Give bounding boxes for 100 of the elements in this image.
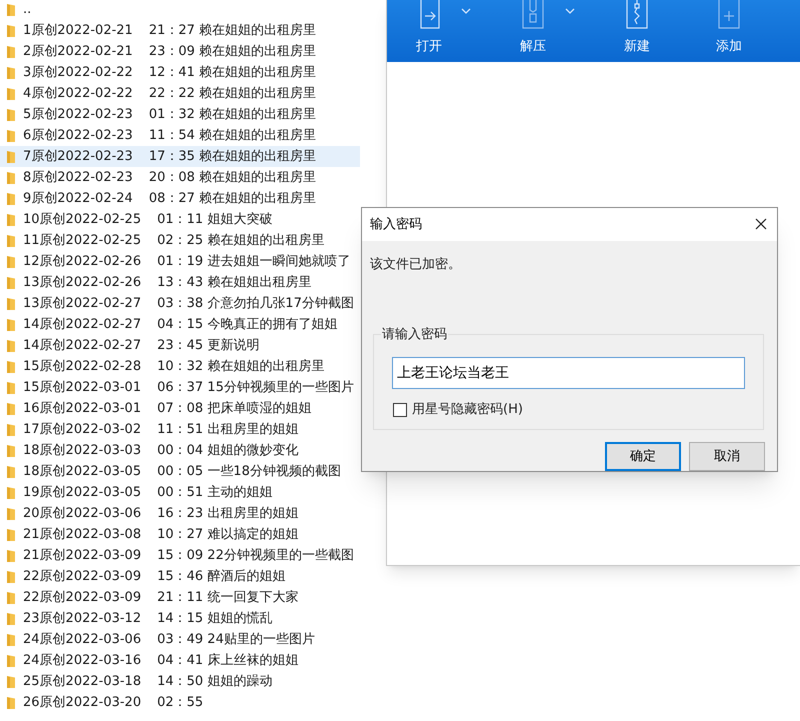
file-title: 01：32 赖在姐姐的出租房里 xyxy=(148,106,316,124)
file-name: 25原创2022-03-18 xyxy=(23,672,142,691)
file-name: 13原创2022-02-26 xyxy=(23,274,142,292)
folder-icon xyxy=(6,528,16,542)
file-name: 21原创2022-03-08 xyxy=(23,526,142,544)
file-row[interactable]: 23原创2022-03-12 14：15 姐姐的慌乱 xyxy=(0,608,360,629)
toolbar-button[interactable]: 打开 xyxy=(399,0,459,56)
file-name: 18原创2022-03-03 xyxy=(23,442,142,460)
file-row[interactable]: 11原创2022-02-25 02：25 赖在姐姐的出租房里 xyxy=(0,230,360,251)
file-title: 20：08 赖在姐姐的出租房里 xyxy=(148,168,316,187)
file-row[interactable]: 1原创2022-02-21 21：27 赖在姐姐的出租房里 xyxy=(0,20,360,41)
file-name: 15原创2022-02-28 xyxy=(23,358,142,376)
file-row[interactable]: 18原创2022-03-03 00：04 姐姐的微妙变化 xyxy=(0,440,360,461)
file-row[interactable]: 15原创2022-03-01 06：37 15分钟视频里的一些图片 xyxy=(0,377,360,398)
toolbar-button[interactable]: 解压 xyxy=(503,0,563,56)
file-row[interactable]: 16原创2022-03-01 07：08 把床单喷湿的姐姐 xyxy=(0,398,360,419)
toolbar-button[interactable]: 新建 xyxy=(607,0,667,56)
file-row[interactable]: 12原创2022-02-26 01：19 进去姐姐一瞬间她就喷了 xyxy=(0,251,360,272)
file-name: 20原创2022-03-06 xyxy=(23,504,142,523)
file-row[interactable]: 15原创2022-02-28 10：32 赖在姐姐的出租房里 xyxy=(0,356,360,377)
file-name: 21原创2022-03-09 xyxy=(23,546,142,565)
file-row[interactable]: 9原创2022-02-24 08：27 赖在姐姐的出租房里 xyxy=(0,188,360,209)
file-row[interactable]: 10原创2022-02-25 01：11 姐姐大突破 xyxy=(0,209,360,230)
file-row[interactable]: 2原创2022-02-21 23：09 赖在姐姐的出租房里 xyxy=(0,41,360,62)
caret-icon[interactable] xyxy=(565,8,575,14)
file-title: 02：25 赖在姐姐的出租房里 xyxy=(157,232,324,250)
file-row[interactable]: 22原创2022-03-09 15：46 醉酒后的姐姐 xyxy=(0,566,360,587)
file-row[interactable]: 8原创2022-02-23 20：08 赖在姐姐的出租房里 xyxy=(0,167,360,188)
file-title: 08：27 赖在姐姐的出租房里 xyxy=(148,190,316,208)
file-title: 06：37 15分钟视频里的一些图片 xyxy=(157,378,354,397)
message-text: 该文件已加密。 xyxy=(370,256,462,274)
file-row[interactable]: 3原创2022-02-22 12：41 赖在姐姐的出租房里 xyxy=(0,62,360,83)
file-row[interactable]: 21原创2022-03-09 15：09 22分钟视频里的一些截图 xyxy=(0,545,360,566)
file-row[interactable]: .. xyxy=(0,0,360,20)
password-field[interactable]: 上老王论坛当老王 xyxy=(392,357,745,390)
file-row[interactable]: 14原创2022-02-27 04：15 今晚真正的拥有了姐姐 xyxy=(0,314,360,335)
zipper-document-icon xyxy=(521,0,545,29)
file-title: 12：41 赖在姐姐的出租房里 xyxy=(148,64,316,82)
close-icon[interactable] xyxy=(755,218,767,230)
file-name: 22原创2022-03-09 xyxy=(23,568,142,586)
file-row[interactable]: 20原创2022-03-06 16：23 出租房里的姐姐 xyxy=(0,503,360,524)
folder-icon xyxy=(6,444,16,458)
folder-icon xyxy=(6,612,16,626)
zipper-document-icon xyxy=(625,0,649,29)
file-row[interactable]: 21原创2022-03-08 10：27 难以搞定的姐姐 xyxy=(0,524,360,545)
file-row[interactable]: 4原创2022-02-22 22：22 赖在姐姐的出租房里 xyxy=(0,83,360,104)
file-row[interactable]: 13原创2022-02-27 03：38 介意勿拍几张17分钟截图 xyxy=(0,293,360,314)
file-name: 16原创2022-03-01 xyxy=(23,400,142,418)
ok-button[interactable]: 确定 xyxy=(605,442,681,471)
folder-icon xyxy=(6,2,16,16)
folder-icon xyxy=(6,674,16,688)
file-name: 3原创2022-02-22 xyxy=(23,64,133,82)
file-row[interactable]: 25原创2022-03-18 14：50 姐姐的躁动 xyxy=(0,671,360,692)
file-row[interactable]: 18原创2022-03-05 00：05 一些18分钟视频的截图 xyxy=(0,461,360,482)
toolbar-button[interactable]: 添加 xyxy=(699,0,759,56)
file-title: 13：43 赖在姐姐出租房里 xyxy=(157,274,312,292)
file-name: 14原创2022-02-27 xyxy=(23,336,142,355)
file-name: 7原创2022-02-23 xyxy=(23,148,133,166)
file-row[interactable]: 24原创2022-03-16 04：41 床上丝袜的姐姐 xyxy=(0,650,360,671)
file-name: 6原创2022-02-23 xyxy=(23,126,133,145)
file-title: 11：51 出租房里的姐姐 xyxy=(157,420,298,439)
file-row[interactable]: 17原创2022-03-02 11：51 出租房里的姐姐 xyxy=(0,419,360,440)
file-name: 10原创2022-02-25 xyxy=(23,210,142,229)
folder-icon xyxy=(6,338,16,352)
file-name: 12原创2022-02-26 xyxy=(23,252,142,271)
file-title: 03：38 介意勿拍几张17分钟截图 xyxy=(157,294,354,313)
folder-icon xyxy=(6,254,16,268)
file-name: 4原创2022-02-22 xyxy=(23,84,133,103)
file-name: 14原创2022-02-27 xyxy=(23,316,142,334)
file-title: 02：55 xyxy=(157,694,204,712)
file-title: 14：50 姐姐的躁动 xyxy=(157,672,272,691)
file-row[interactable]: 5原创2022-02-23 01：32 赖在姐姐的出租房里 xyxy=(0,104,360,125)
file-title: 14：15 姐姐的慌乱 xyxy=(157,610,272,628)
file-title: 17：35 赖在姐姐的出租房里 xyxy=(148,148,316,166)
file-name: 13原创2022-02-27 xyxy=(23,294,142,313)
folder-icon xyxy=(6,108,16,122)
file-row[interactable]: 14原创2022-02-27 23：45 更新说明 xyxy=(0,335,360,356)
folder-icon xyxy=(6,570,16,584)
file-title: 22：22 赖在姐姐的出租房里 xyxy=(148,84,316,103)
cancel-button[interactable]: 取消 xyxy=(689,442,765,471)
file-title: 15：46 醉酒后的姐姐 xyxy=(157,568,286,586)
file-row[interactable]: 13原创2022-02-26 13：43 赖在姐姐出租房里 xyxy=(0,272,360,293)
file-row[interactable]: 7原创2022-02-23 17：35 赖在姐姐的出租房里 xyxy=(0,146,360,167)
file-row[interactable]: 24原创2022-03-06 03：49 24贴里的一些图片 xyxy=(0,629,360,650)
file-name: 8原创2022-02-23 xyxy=(23,168,133,187)
file-row[interactable]: 26原创2022-03-20 02：55 xyxy=(0,692,360,713)
folder-icon xyxy=(6,486,16,500)
file-row[interactable]: 22原创2022-03-09 21：11 统一回复下大家 xyxy=(0,587,360,608)
file-title: 03：49 24贴里的一些图片 xyxy=(157,630,315,649)
folder-icon xyxy=(6,464,16,478)
file-name: 22原创2022-03-09 xyxy=(23,588,142,607)
folder-icon xyxy=(6,380,16,394)
folder-icon xyxy=(6,548,16,562)
checkbox[interactable] xyxy=(393,403,407,418)
file-row[interactable]: 19原创2022-03-05 00：51 主动的姐姐 xyxy=(0,482,360,503)
folder-icon xyxy=(6,24,16,38)
file-row[interactable]: 6原创2022-02-23 11：54 赖在姐姐的出租房里 xyxy=(0,125,360,146)
file-title: 00：04 姐姐的微妙变化 xyxy=(157,442,298,460)
folder-icon xyxy=(6,360,16,374)
caret-icon[interactable] xyxy=(461,8,471,14)
